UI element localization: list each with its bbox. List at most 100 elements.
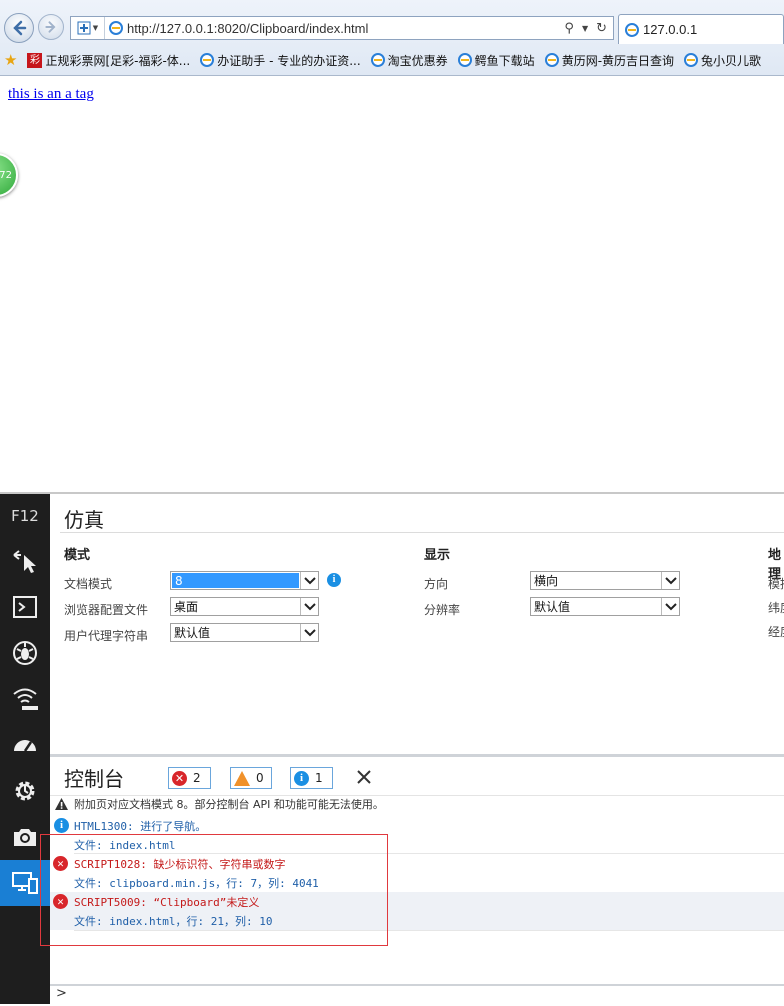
geo-latitude-label: 纬度 (768, 601, 784, 615)
error-filter-button[interactable]: ✕ 2 (168, 767, 211, 789)
warning-filter-button[interactable]: 0 (230, 767, 272, 789)
page-link[interactable]: this is an a tag (8, 86, 94, 103)
chevron-down-icon[interactable]: ▼ (582, 24, 588, 33)
chevron-down-icon (300, 598, 318, 615)
resolution-label: 分辨率 (424, 603, 461, 617)
warning-count: 0 (256, 771, 264, 785)
favorite-label: 办证助手 - 专业的办证资... (217, 53, 361, 68)
ie-page-icon (625, 22, 639, 37)
wifi-icon (13, 688, 38, 710)
message-text: HTML1300: 进行了导航。 (74, 819, 207, 833)
url-text[interactable]: http://127.0.0.1:8020/Clipboard/index.ht… (123, 21, 564, 36)
warning-icon (234, 770, 250, 786)
back-button[interactable] (4, 13, 34, 43)
user-agent-select[interactable]: 默认值 (170, 623, 319, 642)
favorite-item[interactable]: 鳄鱼下载站 (457, 52, 535, 69)
floating-badge[interactable]: 72 (0, 153, 18, 197)
favorite-label: 兔小贝儿歌 (701, 53, 762, 68)
favorite-item[interactable]: 办证助手 - 专业的办证资... (200, 52, 361, 69)
pointer-icon (13, 550, 36, 573)
favorite-item[interactable]: 淘宝优惠券 (370, 52, 448, 69)
tool-network[interactable] (0, 676, 50, 722)
console-message-warning: 附加页对应文档模式 8。部分控制台 API 和功能可能无法使用。 (0, 794, 734, 813)
favorite-item[interactable]: 黄历网-黄历吉日查询 (544, 52, 675, 69)
ie-page-icon (200, 53, 215, 67)
chevron-down-icon (661, 598, 679, 615)
display-section-heading: 显示 (424, 548, 451, 563)
orientation-value: 横向 (534, 574, 559, 588)
bug-icon (13, 641, 37, 665)
browser-profile-select[interactable]: 桌面 (170, 597, 319, 616)
star-icon[interactable]: ★ (4, 52, 17, 68)
browser-profile-label: 浏览器配置文件 (64, 603, 149, 617)
tool-console[interactable] (0, 584, 50, 630)
tool-debugger[interactable] (0, 630, 50, 676)
forward-button[interactable] (38, 14, 64, 40)
orientation-select[interactable]: 横向 (530, 571, 680, 590)
favorite-label: 正规彩票网[足彩-福彩-体... (45, 53, 191, 68)
gauge-icon (14, 740, 36, 752)
geo-longitude-label: 经度 (768, 625, 784, 639)
orientation-label: 方向 (424, 577, 449, 591)
console-input[interactable]: > (50, 984, 784, 1004)
info-filter-button[interactable]: i 1 (290, 767, 333, 789)
error-count: 2 (193, 771, 201, 785)
favorites-bar: ★ 彩 正规彩票网[足彩-福彩-体... 办证助手 - 专业的办证资... 淘宝… (0, 48, 784, 72)
address-bar[interactable]: ▼ http://127.0.0.1:8020/Clipboard/index.… (70, 16, 614, 40)
chevron-down-icon (300, 572, 318, 589)
emulation-title: 仿真 (64, 508, 104, 532)
user-agent-label: 用户代理字符串 (64, 629, 149, 643)
browser-profile-value: 桌面 (174, 600, 199, 614)
emulation-panel: 仿真 模式 显示 地理 文档模式 8 i 浏览器配置文件 桌面 用户代理字符串 … (50, 494, 784, 754)
ie-page-icon (370, 53, 385, 67)
chevron-down-icon (300, 624, 318, 641)
favorite-item[interactable]: 兔小贝儿歌 (684, 52, 761, 69)
user-agent-value: 默认值 (174, 626, 211, 640)
console-title: 控制台 (64, 767, 124, 791)
mode-section-heading: 模式 (64, 548, 91, 563)
arrow-left-icon (13, 20, 27, 36)
browser-chrome: ▼ http://127.0.0.1:8020/Clipboard/index.… (0, 0, 784, 76)
refresh-icon[interactable]: ↻ (596, 21, 607, 36)
ie-page-icon (544, 53, 559, 67)
favorite-label: 黄历网-黄历吉日查询 (561, 53, 675, 68)
info-icon: i (54, 818, 69, 833)
error-icon: ✕ (172, 770, 187, 786)
page-viewport: this is an a tag 72 (0, 77, 784, 491)
info-icon: i (294, 770, 309, 786)
doc-mode-label: 文档模式 (64, 577, 113, 591)
address-tools: ⚲ ▼ ↻ (564, 21, 613, 36)
clear-console-button[interactable] (354, 766, 374, 788)
console-header: 控制台 ✕ 2 0 i 1 (50, 757, 784, 793)
arrow-right-icon (45, 21, 56, 33)
plus-square-icon (77, 21, 91, 35)
devtools-label: F12 (11, 507, 39, 525)
annotation-highlight-box (40, 834, 388, 946)
info-icon[interactable]: i (327, 573, 341, 587)
favorite-label: 淘宝优惠券 (387, 53, 448, 68)
ie-page-icon (109, 21, 123, 35)
favorite-item[interactable]: 彩 正规彩票网[足彩-福彩-体... (27, 52, 190, 69)
resolution-select[interactable]: 默认值 (530, 597, 680, 616)
message-text: 附加页对应文档模式 8。部分控制台 API 和功能可能无法使用。 (74, 797, 384, 811)
doc-mode-select[interactable]: 8 (170, 571, 319, 590)
tool-dom-explorer[interactable] (0, 538, 50, 584)
geo-simulate-label: 模拟 (768, 577, 784, 591)
tab-current[interactable]: 127.0.0.1 (618, 14, 784, 44)
close-icon (357, 770, 371, 784)
tool-performance[interactable] (0, 722, 50, 768)
favorite-label: 鳄鱼下载站 (474, 53, 535, 68)
info-count: 1 (315, 771, 323, 785)
compat-view-button[interactable]: ▼ (71, 17, 105, 39)
search-icon[interactable]: ⚲ (564, 21, 574, 36)
tab-title: 127.0.0.1 (643, 22, 698, 37)
divider (60, 532, 784, 533)
terminal-icon (13, 596, 37, 618)
resolution-value: 默认值 (534, 600, 571, 614)
doc-mode-value: 8 (172, 573, 299, 588)
cai-icon: 彩 (27, 52, 43, 68)
ie-page-icon (684, 53, 699, 67)
ie-page-icon (457, 53, 472, 67)
chevron-down-icon: ▼ (92, 24, 99, 32)
chevron-down-icon (661, 572, 679, 589)
